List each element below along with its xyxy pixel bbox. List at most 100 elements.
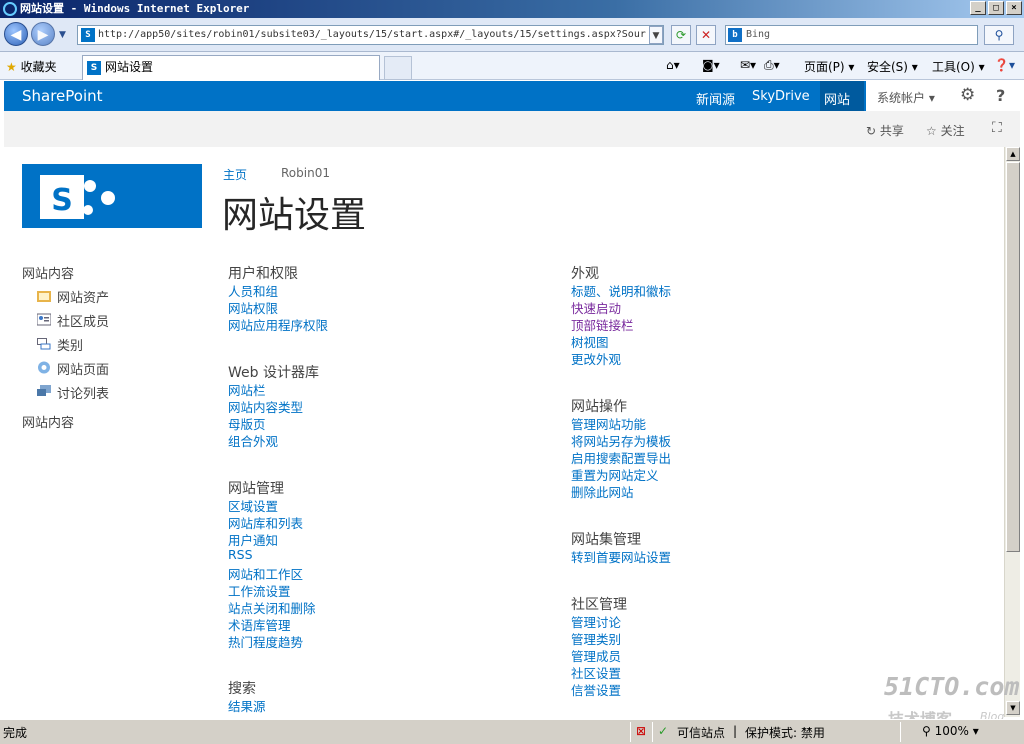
- section-title: 网站管理: [228, 481, 284, 497]
- section-title: 搜索: [228, 681, 256, 697]
- search-icon[interactable]: ⚲: [984, 25, 1014, 45]
- result-sources-link[interactable]: 结果源: [228, 696, 266, 715]
- window-titlebar: 网站设置 - Windows Internet Explorer _ □ ×: [0, 0, 1024, 18]
- delete-site-link[interactable]: 删除此网站: [571, 482, 634, 501]
- top-level-settings-link[interactable]: 转到首要网站设置: [571, 547, 671, 566]
- change-look-link[interactable]: 更改外观: [571, 349, 621, 368]
- categories-icon: [37, 338, 51, 350]
- zoom-level[interactable]: ⚲ 100% ▾: [922, 724, 979, 738]
- scroll-down-arrow-icon[interactable]: ▼: [1006, 701, 1020, 715]
- window-controls: _ □ ×: [970, 1, 1022, 15]
- popularity-trends-link[interactable]: 热门程度趋势: [228, 632, 303, 651]
- minimize-button[interactable]: _: [970, 1, 986, 15]
- leftnav-item-label: 网站资产: [57, 291, 110, 306]
- blocked-icon[interactable]: ⊠: [636, 724, 646, 738]
- safety-menu[interactable]: 安全(S) ▾: [867, 58, 918, 75]
- section-title: 网站操作: [571, 399, 627, 415]
- leftnav-item-label: 社区成员: [57, 315, 110, 330]
- leftnav-item-site-pages[interactable]: 网站页面: [37, 359, 109, 378]
- leftnav-item-site-assets[interactable]: 网站资产: [37, 287, 109, 306]
- section-title: 网站集管理: [571, 532, 641, 548]
- newsfeed-link[interactable]: 新闻源: [696, 89, 735, 108]
- scroll-up-arrow-icon[interactable]: ▲: [1006, 147, 1020, 161]
- sites-link[interactable]: 网站: [824, 89, 850, 108]
- help-icon[interactable]: ❓▾: [994, 58, 1015, 72]
- breadcrumb-home-link[interactable]: 主页: [223, 166, 247, 183]
- search-text: Bing: [746, 29, 771, 40]
- back-arrow-icon[interactable]: ◀: [4, 22, 28, 46]
- forward-arrow-icon[interactable]: ▶: [31, 22, 55, 46]
- new-tab-button[interactable]: [384, 56, 412, 80]
- rss-link[interactable]: RSS: [228, 547, 253, 562]
- safety-menu-label: 安全(S): [867, 60, 908, 74]
- favorites-button[interactable]: ★ 收藏夹: [6, 58, 57, 75]
- discussion-icon: [37, 385, 51, 396]
- page-title: 网站设置: [222, 195, 367, 236]
- print-icon[interactable]: ⎙▾: [764, 58, 780, 73]
- leftnav-item-categories[interactable]: 类别: [37, 335, 83, 354]
- share-icon: ↻: [866, 124, 877, 138]
- follow-button[interactable]: ☆ 关注: [926, 122, 965, 139]
- focus-content-icon[interactable]: ⛶: [992, 120, 1002, 136]
- section-title: 外观: [571, 266, 599, 282]
- share-button[interactable]: ↻ 共享: [866, 122, 904, 139]
- history-dropdown-icon[interactable]: ▼: [59, 30, 66, 40]
- vertical-scrollbar[interactable]: ▲ ▼: [1004, 147, 1020, 717]
- leftnav-site-contents-heading[interactable]: 网站内容: [22, 263, 74, 282]
- scroll-thumb[interactable]: [1006, 162, 1020, 552]
- address-bar[interactable]: S http://app50/sites/robin01/subsite03/_…: [77, 25, 664, 45]
- page-menu[interactable]: 页面(P) ▾: [804, 58, 854, 75]
- site-logo[interactable]: S: [22, 164, 202, 228]
- section-title: 社区管理: [571, 597, 627, 613]
- trusted-zone[interactable]: 可信站点: [677, 724, 725, 741]
- leftnav-site-contents-link[interactable]: 网站内容: [22, 412, 74, 431]
- status-text: 完成: [3, 726, 28, 740]
- browser-tab[interactable]: S 网站设置: [82, 55, 380, 80]
- leftnav-item-label: 类别: [57, 339, 84, 354]
- feeds-icon[interactable]: ◙▾: [702, 58, 720, 72]
- reputation-settings-link[interactable]: 信誉设置: [571, 680, 621, 699]
- status-divider: |: [733, 724, 738, 738]
- refresh-icon[interactable]: ⟳: [671, 25, 691, 45]
- close-button[interactable]: ×: [1006, 1, 1022, 15]
- tools-menu[interactable]: 工具(O) ▾: [932, 58, 985, 75]
- site-pages-icon: [38, 361, 50, 374]
- address-dropdown-icon[interactable]: ▼: [649, 26, 663, 44]
- breadcrumb-site-link[interactable]: Robin01: [281, 166, 330, 180]
- watermark-text: 51CTO.com: [884, 672, 1020, 701]
- browser-navbar: ◀ ▶ ▼ S http://app50/sites/robin01/subsi…: [0, 18, 1024, 52]
- page-menu-label: 页面(P): [804, 60, 845, 74]
- account-area: 系统帐户 ▾ ⚙ ?: [866, 81, 1020, 111]
- app-permissions-link[interactable]: 网站应用程序权限: [228, 315, 328, 334]
- sharepoint-brand[interactable]: SharePoint: [22, 87, 103, 105]
- protected-mode[interactable]: 保护模式: 禁用: [745, 724, 825, 741]
- section-title: 用户和权限: [228, 266, 298, 282]
- help-question-icon[interactable]: ?: [996, 86, 1005, 105]
- skydrive-link[interactable]: SkyDrive: [752, 89, 810, 104]
- gear-icon[interactable]: ⚙: [960, 85, 975, 105]
- share-label: 共享: [879, 124, 904, 138]
- address-text: http://app50/sites/robin01/subsite03/_la…: [98, 29, 646, 40]
- account-menu[interactable]: 系统帐户 ▾: [877, 89, 935, 106]
- tab-title: 网站设置: [105, 60, 154, 74]
- folder-icon: [37, 291, 51, 302]
- search-input[interactable]: b Bing: [725, 25, 978, 45]
- bing-icon: b: [728, 28, 742, 42]
- follow-star-icon: ☆: [926, 124, 937, 138]
- svg-text:S: S: [51, 183, 73, 218]
- sharepoint-logo-icon: S: [40, 175, 115, 219]
- zoom-icon: ⚲: [922, 724, 931, 738]
- status-bar: 完成 ⊠ ✓ 可信站点 | 保护模式: 禁用 ⚲ 100% ▾: [0, 719, 1024, 744]
- composed-looks-link[interactable]: 组合外观: [228, 431, 278, 450]
- stop-icon[interactable]: ✕: [696, 25, 716, 45]
- maximize-button[interactable]: □: [988, 1, 1004, 15]
- leftnav-item-discussion-list[interactable]: 讨论列表: [37, 383, 109, 402]
- tools-menu-label: 工具(O): [932, 60, 975, 74]
- favorites-label: 收藏夹: [20, 60, 57, 74]
- mail-icon[interactable]: ✉▾: [740, 58, 756, 72]
- home-icon[interactable]: ⌂▾: [666, 58, 680, 72]
- favorites-bar: ★ 收藏夹 S 网站设置 ⌂▾ ◙▾ ✉▾ ⎙▾ 页面(P) ▾ 安全(S) ▾…: [0, 52, 1024, 80]
- status-separator: [630, 722, 631, 742]
- leftnav-item-community-members[interactable]: 社区成员: [37, 311, 109, 330]
- leftnav-item-label: 讨论列表: [57, 387, 110, 402]
